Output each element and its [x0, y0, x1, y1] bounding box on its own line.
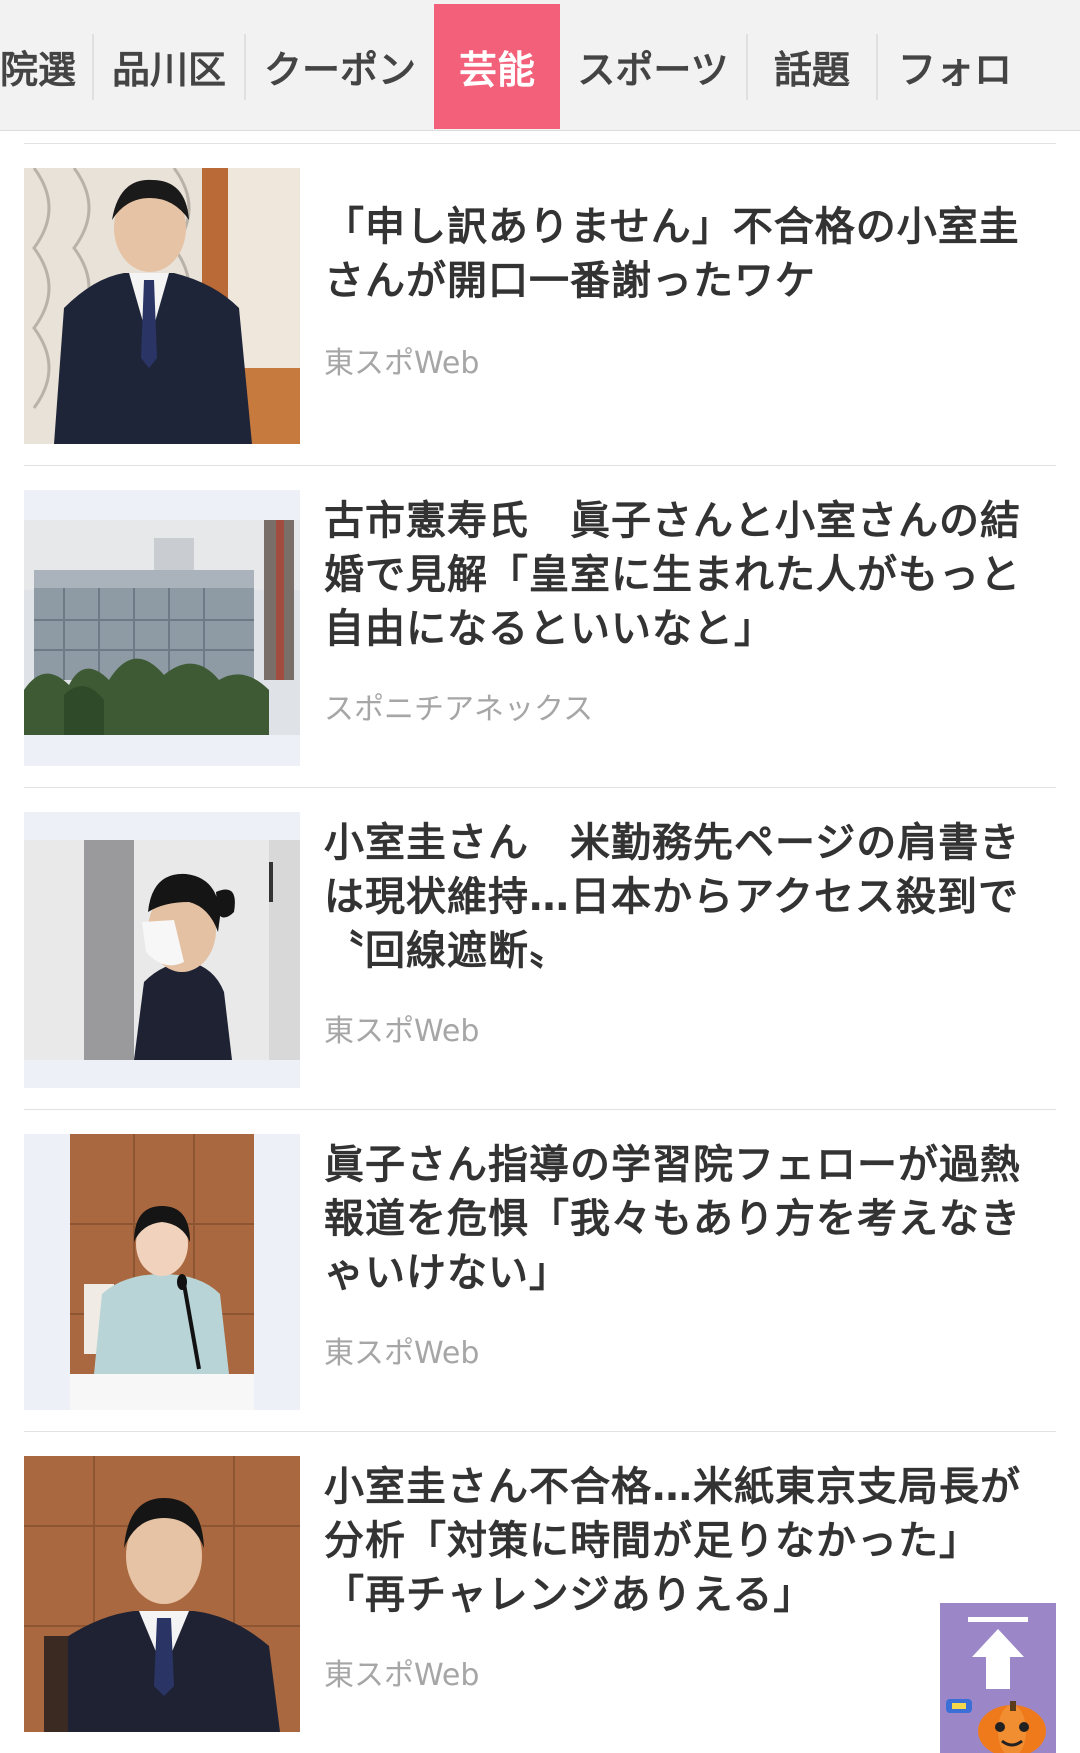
tab-topics[interactable]: 話題 — [748, 4, 876, 129]
man-in-suit-photo — [24, 168, 300, 444]
article-headline[interactable]: 小室圭さん 米勤務先ページの肩書き は現状維持…日本からアクセス殺到で 〝回線遮… — [324, 816, 1080, 978]
article-thumbnail[interactable] — [24, 168, 300, 444]
article-item[interactable]: 古市憲寿氏 眞子さんと小室さんの結 婚で見解「皇室に生まれた人がもっと 自由にな… — [24, 465, 1056, 787]
tab-election[interactable]: 院選 — [0, 4, 92, 129]
article-list: 「申し訳ありません」不合格の小室圭 さんが開口一番謝ったワケ 東スポWeb 古市… — [24, 143, 1056, 1753]
article-source: 東スポWeb — [324, 1336, 480, 1371]
tab-shinagawa[interactable]: 品川区 — [94, 4, 244, 129]
article-source: 東スポWeb — [324, 1014, 480, 1049]
arrow-up-icon — [946, 1617, 1046, 1753]
article-item[interactable]: 小室圭さん不合格…米紙東京支局長が 分析「対策に時間が足りなかった」 「再チャレ… — [24, 1431, 1056, 1753]
tab-entertainment[interactable]: 芸能 — [434, 4, 560, 129]
article-thumbnail[interactable] — [24, 1456, 300, 1732]
back-to-top-button[interactable] — [940, 1603, 1056, 1753]
article-source: 東スポWeb — [324, 1658, 480, 1693]
article-headline[interactable]: 小室圭さん不合格…米紙東京支局長が 分析「対策に時間が足りなかった」 「再チャレ… — [324, 1460, 1080, 1622]
building-exterior-photo — [24, 490, 300, 766]
article-item[interactable]: 眞子さん指導の学習院フェローが過熱 報道を危惧「我々もあり方を考えなき ゃいけな… — [24, 1109, 1056, 1431]
man-at-press-conference-photo — [24, 1456, 300, 1732]
tab-follow[interactable]: フォロ — [878, 4, 1028, 129]
tab-coupon[interactable]: クーポン — [246, 4, 434, 129]
article-thumbnail[interactable] — [24, 812, 300, 1088]
news-page: 院選 品川区 クーポン 芸能 スポーツ 話題 フォロ 「申し訳ありません」不合格… — [0, 0, 1080, 1753]
man-in-mask-photo — [24, 812, 300, 1088]
article-headline[interactable]: 「申し訳ありません」不合格の小室圭 さんが開口一番謝ったワケ — [324, 200, 1080, 308]
article-item[interactable]: 小室圭さん 米勤務先ページの肩書き は現状維持…日本からアクセス殺到で 〝回線遮… — [24, 787, 1056, 1109]
article-item[interactable]: 「申し訳ありません」不合格の小室圭 さんが開口一番謝ったワケ 東スポWeb — [24, 143, 1056, 465]
article-headline[interactable]: 古市憲寿氏 眞子さんと小室さんの結 婚で見解「皇室に生まれた人がもっと 自由にな… — [324, 494, 1080, 656]
article-source: 東スポWeb — [324, 346, 480, 381]
article-source: スポニチアネックス — [324, 692, 594, 727]
pumpkin-mascot-icon — [946, 1699, 1046, 1753]
tab-sports[interactable]: スポーツ — [560, 4, 746, 129]
category-tab-bar: 院選 品川区 クーポン 芸能 スポーツ 話題 フォロ — [0, 0, 1080, 131]
woman-at-press-conference-photo — [24, 1134, 300, 1410]
article-thumbnail[interactable] — [24, 490, 300, 766]
article-thumbnail[interactable] — [24, 1134, 300, 1410]
article-headline[interactable]: 眞子さん指導の学習院フェローが過熱 報道を危惧「我々もあり方を考えなき ゃいけな… — [324, 1138, 1080, 1300]
